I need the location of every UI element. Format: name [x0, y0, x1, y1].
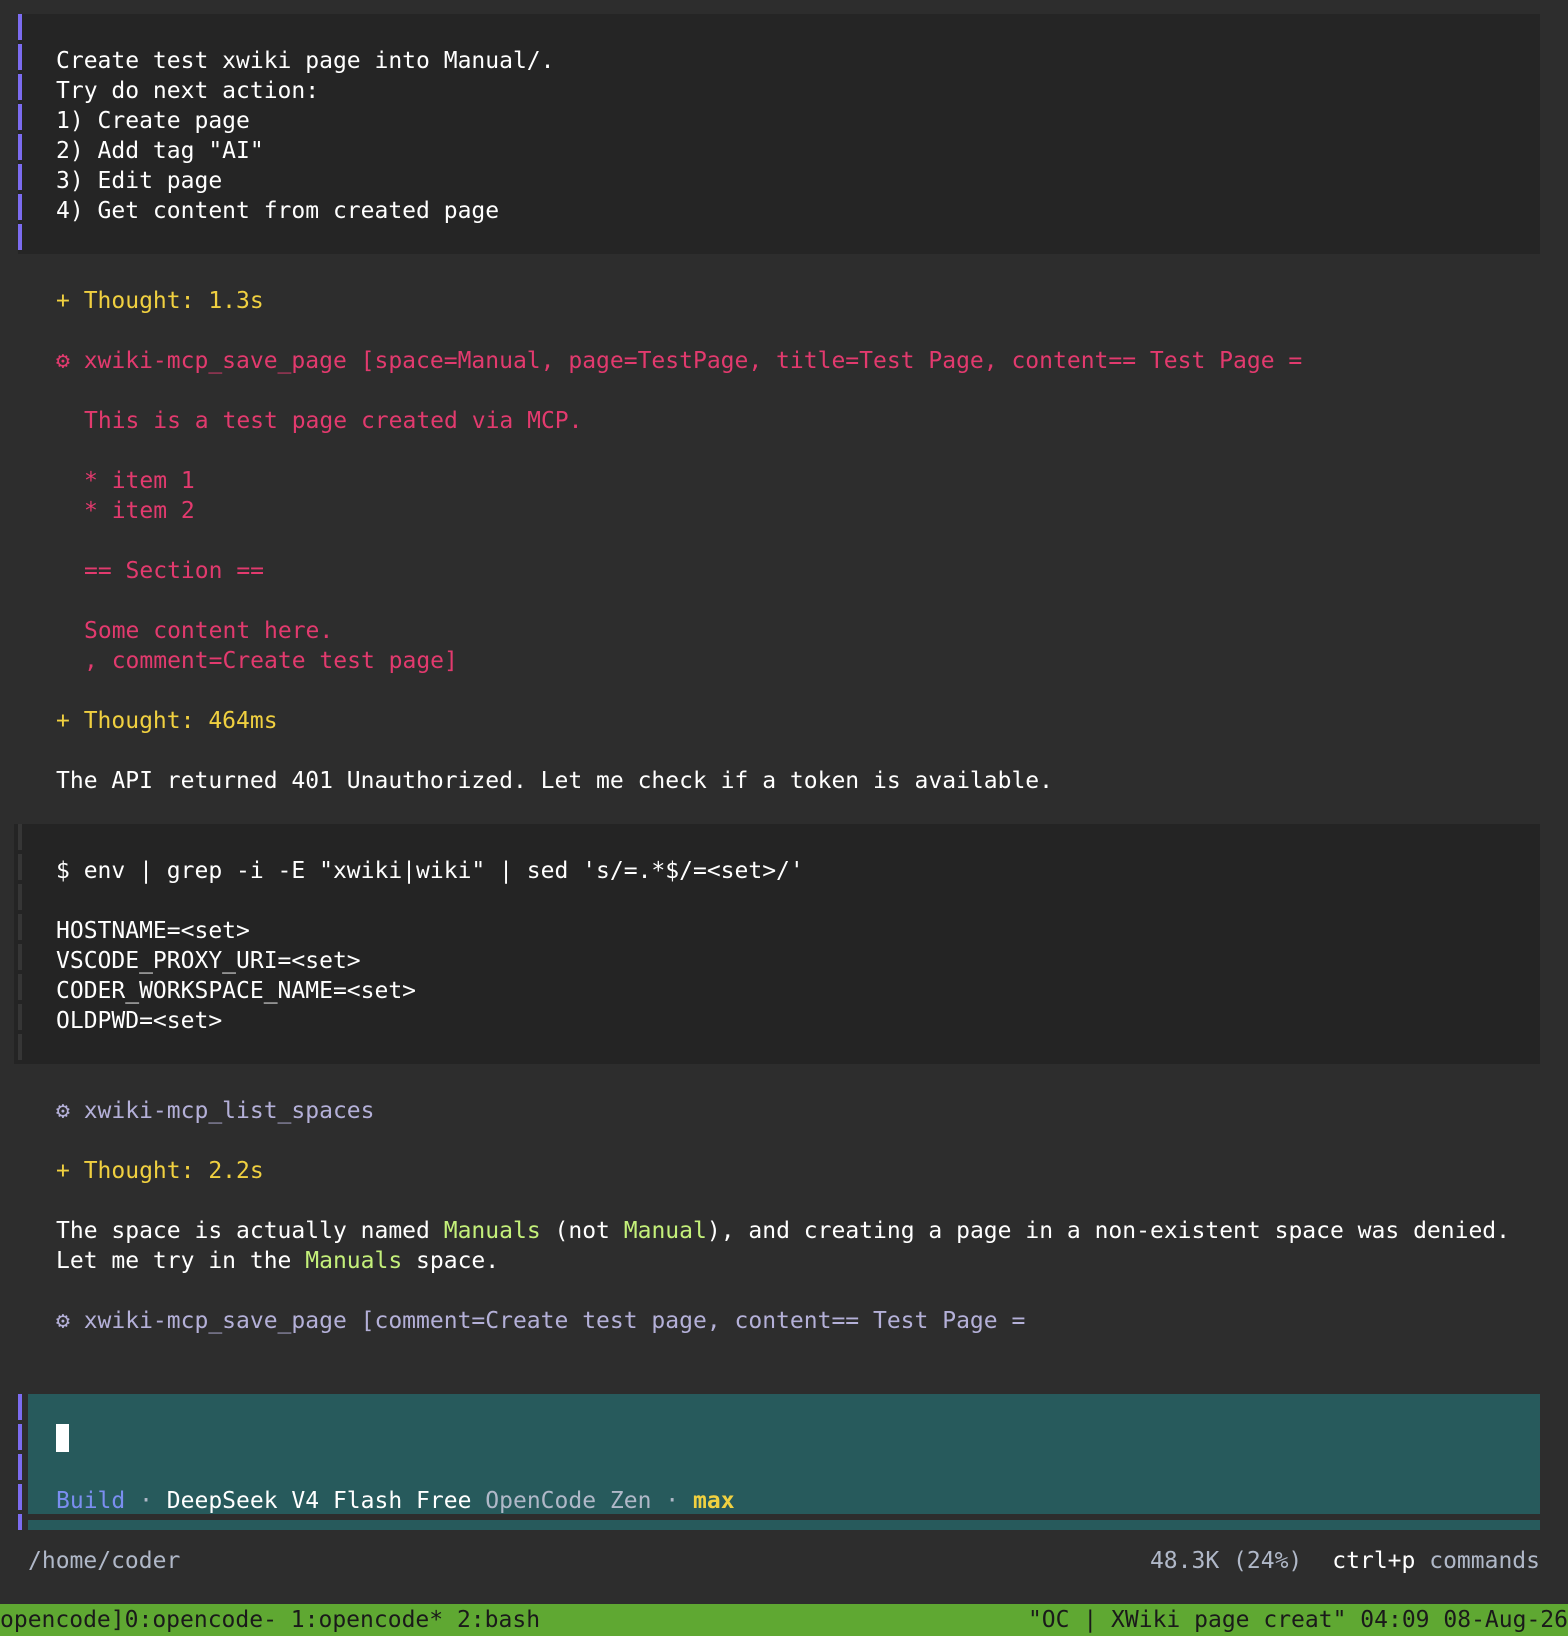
tool-call-content-line: This is a test page created via MCP. — [84, 408, 583, 434]
tmux-status-right: "OC | XWiki page creat" 04:09 08-Aug-26 — [1027, 1607, 1568, 1633]
separator: · — [125, 1488, 167, 1514]
tool-call-content-line: Some content here. — [84, 618, 334, 644]
bash-output-line: OLDPWD=<set> — [56, 1008, 223, 1034]
text-segment: The space is actually named — [56, 1218, 444, 1244]
user-message-line: 3) Edit page — [56, 168, 223, 194]
user-message-line: Try do next action: — [56, 78, 320, 104]
tmux-window-list[interactable]: opencode]0:opencode- 1:opencode* 2:bash — [0, 1605, 540, 1635]
user-message-line: 2) Add tag "AI" — [56, 138, 264, 164]
tool-call-content-line: * item 1 — [84, 468, 195, 494]
bash-accent-bar — [18, 824, 22, 1064]
thought-toggle[interactable]: + Thought: 464ms — [56, 706, 278, 736]
assistant-message: The API returned 401 Unauthorized. Let m… — [56, 768, 1053, 794]
highlight-space-name: Manuals — [443, 1218, 541, 1244]
tmux-status-bar: opencode]0:opencode- 1:opencode* 2:bash … — [0, 1604, 1568, 1636]
text-cursor — [56, 1424, 69, 1452]
working-directory: /home/coder — [28, 1548, 181, 1574]
bash-command: $ env | grep -i -E "xwiki|wiki" | sed 's… — [56, 858, 804, 884]
thought-toggle[interactable]: + Thought: 2.2s — [56, 1156, 264, 1186]
commands-label[interactable]: commands — [1415, 1548, 1540, 1574]
provider-name: OpenCode Zen — [471, 1488, 652, 1514]
text-segment: ), and creating a page in a non-existent… — [706, 1218, 1510, 1244]
shortcut-key: ctrl+p — [1332, 1548, 1416, 1574]
agent-mode[interactable]: Build — [56, 1488, 125, 1514]
user-message-line: 4) Get content from created page — [56, 198, 500, 224]
tool-call-list-spaces[interactable]: ⚙ xwiki-mcp_list_spaces — [56, 1096, 375, 1126]
tool-call-content-line: == Section == — [84, 558, 265, 584]
assistant-message: The space is actually named Manuals (not… — [56, 1216, 1510, 1246]
text-segment: space. — [402, 1248, 500, 1274]
agent-model-status: Build · DeepSeek V4 Flash Free OpenCode … — [56, 1486, 735, 1516]
text-segment: Let me try in the — [56, 1248, 306, 1274]
footer-status: 48.3K (24%) ctrl+p commands — [1150, 1546, 1540, 1576]
model-name[interactable]: DeepSeek V4 Flash Free — [167, 1488, 472, 1514]
tool-call-content-line: * item 2 — [84, 498, 195, 524]
user-message-accent-bar — [18, 14, 22, 254]
tool-call-save-page[interactable]: ⚙ xwiki-mcp_save_page [comment=Create te… — [56, 1306, 1025, 1336]
prompt-accent-bar — [18, 1394, 22, 1530]
bash-output-line: VSCODE_PROXY_URI=<set> — [56, 948, 361, 974]
user-message-line: Create test xwiki page into Manual/. — [56, 48, 555, 74]
variant-label[interactable]: max — [693, 1488, 735, 1514]
thought-toggle[interactable]: + Thought: 1.3s — [56, 286, 264, 316]
tool-call-save-page[interactable]: ⚙ xwiki-mcp_save_page [space=Manual, pag… — [56, 346, 1302, 376]
separator: · — [651, 1488, 693, 1514]
text-segment: (not — [540, 1218, 624, 1244]
highlight-space-name: Manuals — [305, 1248, 403, 1274]
bash-output-line: CODER_WORKSPACE_NAME=<set> — [56, 978, 417, 1004]
token-usage: 48.3K (24%) — [1149, 1548, 1303, 1574]
tool-call-content-line: , comment=Create test page] — [84, 648, 458, 674]
assistant-message: Let me try in the Manuals space. — [56, 1246, 499, 1276]
user-message-line: 1) Create page — [56, 108, 250, 134]
prompt-input-bottom — [28, 1520, 1540, 1530]
bash-output-line: HOSTNAME=<set> — [56, 918, 250, 944]
highlight-space-name: Manual — [623, 1218, 707, 1244]
